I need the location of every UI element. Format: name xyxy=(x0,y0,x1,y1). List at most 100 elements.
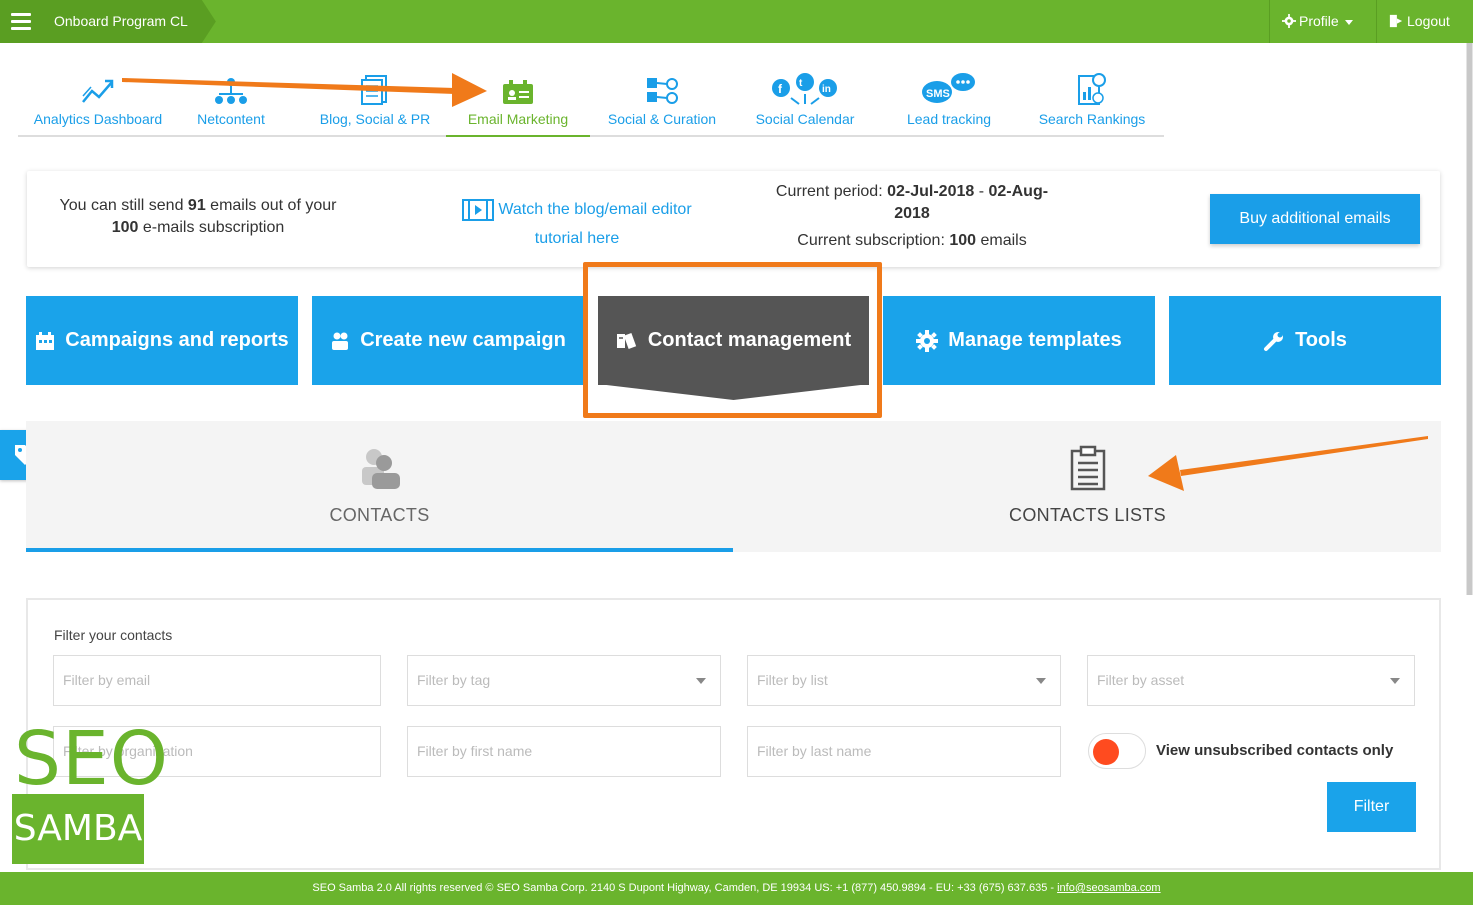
logout-icon xyxy=(1389,14,1403,28)
period-end: 02-Aug- xyxy=(988,183,1049,200)
period-separator: - xyxy=(978,183,985,200)
top-bar: Onboard Program CL Profile Logout xyxy=(0,0,1473,43)
nav-tab-label: Email Marketing xyxy=(467,111,569,127)
remaining-emails-count: 91 xyxy=(187,197,206,214)
nav-tab-netcontent[interactable]: Netcontent xyxy=(181,70,281,137)
scrollbar-thumb[interactable] xyxy=(1467,43,1472,595)
nav-tab-label: Search Rankings xyxy=(1038,111,1146,127)
subscription-info-card: You can still send 91 emails out of your… xyxy=(27,171,1440,267)
filter-list-select[interactable]: Filter by list xyxy=(747,655,1061,706)
highlight-annotation-box xyxy=(583,262,882,418)
nav-tab-label: Analytics Dashboard xyxy=(33,111,163,127)
nav-tab-analytics-dashboard[interactable]: Analytics Dashboard xyxy=(18,70,178,137)
nav-tab-search-rankings[interactable]: Search Rankings xyxy=(1028,70,1156,137)
network-icon xyxy=(215,78,247,104)
tab-contacts-lists[interactable]: CONTACTS LISTS xyxy=(734,421,1441,552)
logout-label: Logout xyxy=(1407,13,1450,29)
tile-label: Manage templates xyxy=(948,329,1122,351)
clipboard-icon xyxy=(1070,445,1105,491)
toggle-knob xyxy=(1093,739,1119,765)
period-end-year: 2018 xyxy=(894,205,930,222)
tile-campaigns-and-reports[interactable]: Campaigns and reports xyxy=(26,296,298,385)
email-quota-text: You can still send 91 emails out of your… xyxy=(27,195,369,239)
filter-email-input[interactable]: Filter by email xyxy=(53,655,381,706)
filter-panel: Filter your contacts Filter by email Fil… xyxy=(26,598,1441,870)
tile-label: Tools xyxy=(1295,329,1347,351)
hamburger-menu-icon[interactable] xyxy=(0,0,42,43)
gear-icon xyxy=(916,329,939,352)
tile-create-new-campaign[interactable]: Create new campaign xyxy=(312,296,584,385)
select-placeholder: Filter by asset xyxy=(1097,672,1185,688)
footer-text: SEO Samba 2.0 All rights reserved © SEO … xyxy=(312,882,1058,894)
calendar-icon xyxy=(36,331,55,350)
chevron-down-icon xyxy=(1390,678,1400,684)
profile-label: Profile xyxy=(1299,13,1339,29)
nav-tab-social-curation[interactable]: Social & Curation xyxy=(596,70,728,137)
tile-label: Create new campaign xyxy=(360,329,566,351)
curation-icon xyxy=(647,78,678,104)
profile-button[interactable]: Profile xyxy=(1269,0,1373,43)
footer-email-link[interactable]: info@seosamba.com xyxy=(1057,882,1161,894)
period-label: Current period: xyxy=(775,183,883,200)
tutorial-link[interactable]: Watch the blog/email editor tutorial her… xyxy=(432,195,722,253)
nav-tab-label: Lead tracking xyxy=(906,111,992,127)
contacts-icon xyxy=(361,449,400,489)
subscription-count: 100 xyxy=(111,219,139,236)
tab-label: CONTACTS xyxy=(329,505,430,525)
nav-tab-label: Social & Curation xyxy=(607,111,717,127)
video-icon xyxy=(462,198,495,221)
nav-tab-label: Blog, Social & PR xyxy=(319,111,431,127)
footer: SEO Samba 2.0 All rights reserved © SEO … xyxy=(0,872,1473,905)
tile-label: Campaigns and reports xyxy=(65,329,289,351)
nav-tab-lead-tracking[interactable]: SMS Lead tracking xyxy=(888,70,1010,137)
quota-text-mid: emails out of your xyxy=(210,197,337,214)
select-placeholder: Filter by tag xyxy=(417,672,491,688)
email-card-icon xyxy=(503,80,533,104)
subscription-unit: emails xyxy=(980,232,1027,249)
logo-samba-badge: SAMBA xyxy=(12,794,144,864)
tutorial-link-line2[interactable]: tutorial here xyxy=(535,230,620,247)
nav-tab-blog-social-pr[interactable]: Blog, Social & PR xyxy=(308,70,442,137)
subscription-line: Current subscription: 100 emails xyxy=(767,230,1057,252)
filter-tag-select[interactable]: Filter by tag xyxy=(407,655,721,706)
svg-text:SMS: SMS xyxy=(926,88,950,100)
tab-contacts[interactable]: CONTACTS xyxy=(26,421,733,552)
chevron-down-icon xyxy=(696,678,706,684)
filter-asset-select[interactable]: Filter by asset xyxy=(1087,655,1415,706)
subscription-label: Current subscription: xyxy=(797,232,945,249)
buy-additional-emails-button[interactable]: Buy additional emails xyxy=(1210,194,1420,244)
tutorial-link-line1[interactable]: Watch the blog/email editor xyxy=(498,201,691,218)
filter-button[interactable]: Filter xyxy=(1327,782,1416,832)
scrollbar[interactable] xyxy=(1466,43,1473,595)
module-nav: Analytics Dashboard Netcontent Blog, Soc… xyxy=(18,70,1164,137)
seo-rankings-icon xyxy=(1078,73,1106,105)
filter-first-name-input[interactable]: Filter by first name xyxy=(407,726,721,777)
filter-title: Filter your contacts xyxy=(54,627,173,643)
breadcrumb[interactable]: Onboard Program CL xyxy=(42,0,216,43)
nav-tab-label: Social Calendar xyxy=(755,111,855,127)
document-icon xyxy=(361,75,387,105)
filter-last-name-input[interactable]: Filter by last name xyxy=(747,726,1061,777)
sms-chat-icon: SMS xyxy=(922,73,975,103)
logout-button[interactable]: Logout xyxy=(1376,0,1473,43)
contacts-tabs: CONTACTS CONTACTS LISTS xyxy=(26,421,1441,552)
subscription-value: 100 xyxy=(949,232,977,249)
unsubscribed-toggle-label: View unsubscribed contacts only xyxy=(1156,742,1394,759)
chevron-down-icon xyxy=(1036,678,1046,684)
social-icons: f t in xyxy=(772,73,837,105)
logo-seo-text: SEO xyxy=(14,716,169,802)
unsubscribed-toggle[interactable] xyxy=(1088,733,1146,769)
gear-icon xyxy=(1282,14,1296,28)
users-icon xyxy=(332,332,349,350)
select-placeholder: Filter by list xyxy=(757,672,828,688)
svg-text:in: in xyxy=(822,84,831,95)
nav-tab-label: Netcontent xyxy=(197,111,265,127)
tile-tools[interactable]: Tools xyxy=(1169,296,1441,385)
nav-tab-social-calendar[interactable]: f t in Social Calendar xyxy=(740,70,870,137)
period-start: 02-Jul-2018 xyxy=(887,183,975,200)
analytics-icon xyxy=(82,79,114,103)
wrench-icon xyxy=(1264,331,1284,351)
nav-tab-email-marketing[interactable]: Email Marketing xyxy=(446,70,590,137)
tile-manage-templates[interactable]: Manage templates xyxy=(883,296,1155,385)
quota-text-post: e-mails subscription xyxy=(142,219,285,236)
